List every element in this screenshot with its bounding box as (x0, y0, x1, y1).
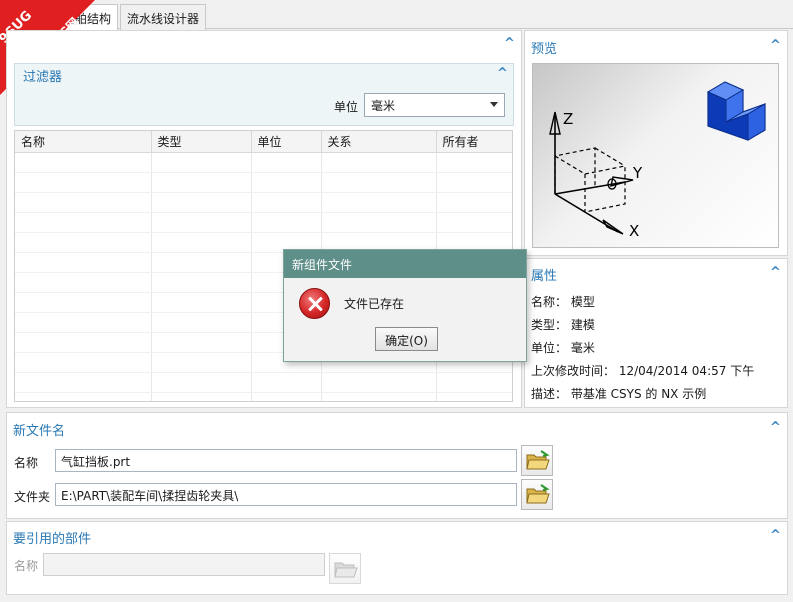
folder-open-icon (526, 484, 550, 504)
axis-label-z: Z (563, 110, 573, 128)
tab-bar: 船舶结构 流水线设计器 (0, 0, 793, 30)
chevron-up-icon[interactable]: ^ (770, 38, 781, 53)
chevron-down-icon (490, 102, 498, 107)
reference-title: 要引用的部件 (13, 532, 92, 547)
axis-label-x: X (629, 222, 639, 240)
unit-select-value: 毫米 (371, 99, 396, 113)
chevron-up-icon[interactable]: ^ (497, 66, 508, 81)
table-row (15, 192, 512, 213)
folder-open-icon (526, 450, 550, 470)
error-icon (299, 288, 330, 319)
folder-label: 文件夹 (14, 490, 51, 504)
folder-value: E:\PART\装配车间\揉捏齿轮夹具\ (61, 489, 239, 503)
table-row (15, 392, 512, 401)
property-unit: 单位： 毫米 (531, 341, 595, 355)
table-row (15, 152, 512, 173)
filter-title: 过滤器 (23, 70, 63, 85)
property-description: 描述： 带基准 CSYS 的 NX 示例 (531, 387, 707, 401)
chevron-up-icon[interactable]: ^ (770, 528, 781, 543)
browse-folder-button[interactable] (521, 479, 553, 510)
column-header-owner[interactable]: 所有者 (436, 131, 512, 153)
dialog-title: 新组件文件 (284, 250, 526, 278)
tab-label: 流水线设计器 (127, 12, 200, 26)
chevron-up-icon[interactable]: ^ (770, 265, 781, 280)
file-exists-dialog: 新组件文件 文件已存在 确定(O) (283, 249, 527, 362)
dialog-message: 文件已存在 (344, 297, 405, 311)
column-header-relation[interactable]: 关系 (321, 131, 437, 153)
preview-image: Z Y X (532, 63, 779, 248)
unit-select[interactable]: 毫米 (364, 93, 505, 117)
properties-title: 属性 (531, 269, 558, 284)
browse-name-button[interactable] (521, 445, 553, 476)
column-header-unit[interactable]: 单位 (251, 131, 322, 153)
ok-button[interactable]: 确定(O) (375, 327, 438, 351)
reference-name-input (43, 553, 325, 576)
property-name: 名称： 模型 (531, 295, 595, 309)
reference-name-label: 名称 (14, 559, 39, 573)
browse-reference-button (329, 553, 361, 584)
file-name-value: 气缸挡板.prt (61, 455, 131, 469)
column-header-type[interactable]: 类型 (151, 131, 252, 153)
ok-button-label: 确定(O) (385, 334, 428, 348)
name-label: 名称 (14, 456, 39, 470)
unit-label: 单位 (334, 100, 359, 114)
axis-label-y: Y (632, 164, 643, 182)
chevron-up-icon[interactable]: ^ (504, 36, 515, 51)
property-modified: 上次修改时间： 12/04/2014 04:57 下午 (531, 364, 755, 378)
folder-open-icon (334, 562, 358, 578)
tab-assembly-line-designer[interactable]: 流水线设计器 (120, 4, 206, 30)
table-row (15, 172, 512, 193)
table-row (15, 372, 512, 393)
model-block-icon (706, 81, 766, 141)
chevron-up-icon[interactable]: ^ (770, 420, 781, 435)
csys-axes-graphic: Z Y X (549, 81, 766, 240)
folder-input[interactable]: E:\PART\装配车间\揉捏齿轮夹具\ (55, 483, 517, 506)
property-type: 类型： 建模 (531, 318, 595, 332)
file-name-input[interactable]: 气缸挡板.prt (55, 449, 517, 472)
preview-title: 预览 (531, 42, 558, 57)
table-header-row: 名称 类型 单位 关系 所有者 (15, 131, 512, 153)
table-row (15, 212, 512, 233)
new-file-title: 新文件名 (13, 424, 66, 439)
column-header-name[interactable]: 名称 (15, 131, 152, 153)
